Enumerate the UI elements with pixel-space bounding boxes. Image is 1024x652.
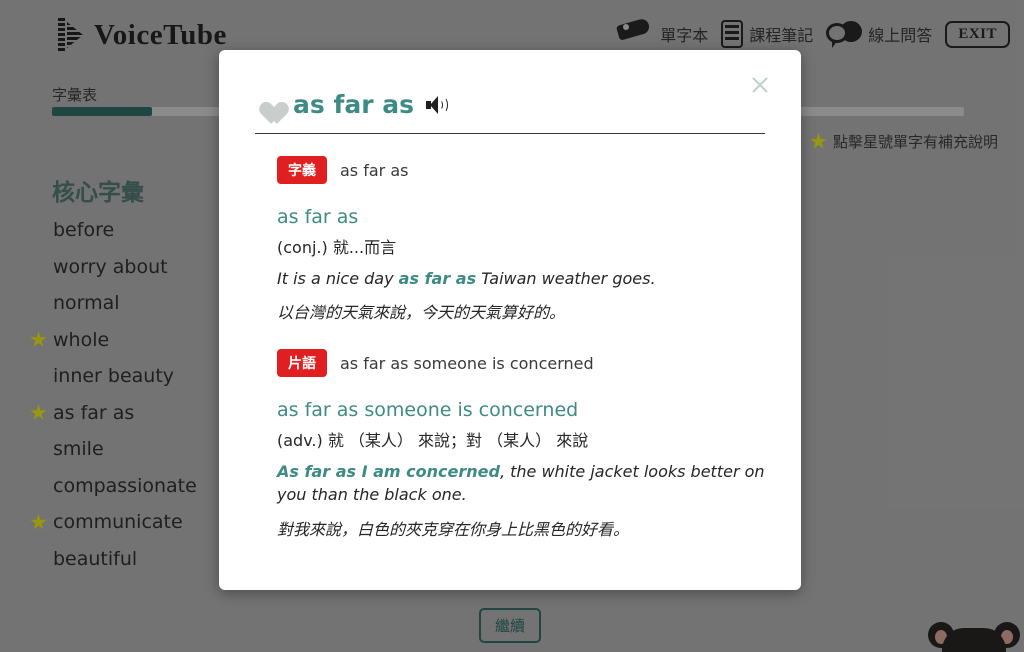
- modal-headword: as far as: [293, 90, 414, 119]
- definition-entry: as far as (conj.) 就...而言 It is a nice day …: [277, 206, 765, 323]
- close-icon[interactable]: [747, 72, 773, 98]
- heart-icon[interactable]: [255, 93, 281, 117]
- entry-headword: as far as: [277, 206, 765, 228]
- modal-headword-row: as far as: [255, 90, 765, 134]
- definition-entry: as far as someone is concerned (adv.) 就 （…: [277, 399, 765, 539]
- entry-example-sentence: As far as I am concerned, the white jack…: [277, 460, 765, 506]
- definition-badge-row: 字義 as far as: [277, 156, 765, 184]
- entry-headword: as far as someone is concerned: [277, 399, 765, 421]
- definition-badge-row: 片語 as far as someone is concerned: [277, 349, 765, 377]
- definition-type-badge: 字義: [277, 156, 327, 184]
- word-detail-modal: as far as 字義 as far as as far as (conj.) 就.…: [219, 50, 801, 590]
- entry-example-translation: 對我來說，白色的夾克穿在你身上比黑色的好看。: [277, 516, 765, 540]
- entry-part-of-speech: (conj.) 就...而言: [277, 234, 765, 258]
- speaker-icon[interactable]: [426, 96, 448, 114]
- entry-example-sentence: It is a nice day as far as Taiwan weathe…: [277, 267, 765, 290]
- entry-part-of-speech: (adv.) 就 （某人） 來說；對 （某人） 來說: [277, 427, 765, 451]
- definition-badge-target: as far as: [340, 161, 408, 180]
- modal-body[interactable]: 字義 as far as as far as (conj.) 就...而言 It is …: [219, 134, 801, 564]
- definition-badge-target: as far as someone is concerned: [340, 354, 594, 373]
- entry-example-translation: 以台灣的天氣來說，今天的天氣算好的。: [277, 299, 765, 323]
- modal-header: as far as: [219, 50, 801, 134]
- definition-type-badge: 片語: [277, 349, 327, 377]
